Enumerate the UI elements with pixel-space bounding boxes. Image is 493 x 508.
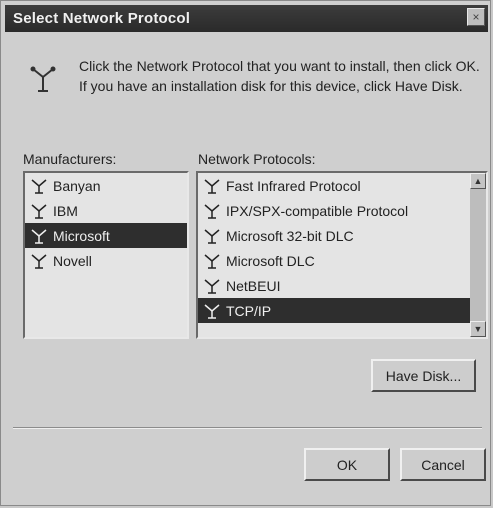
- cancel-button[interactable]: Cancel: [400, 448, 486, 481]
- divider: [13, 427, 482, 429]
- protocol-item-tcp-ip[interactable]: TCP/IP: [198, 298, 470, 323]
- title-bar[interactable]: Select Network Protocol ×: [5, 5, 488, 32]
- manufacturers-label: Manufacturers:: [23, 151, 117, 167]
- network-component-icon: [204, 253, 220, 269]
- protocol-item-netbeui[interactable]: NetBEUI: [198, 273, 470, 298]
- protocol-label: Fast Infrared Protocol: [226, 177, 361, 194]
- protocol-label: NetBEUI: [226, 277, 281, 294]
- protocols-scrollbar[interactable]: ▲ ▼: [470, 173, 486, 337]
- network-component-icon: [31, 253, 47, 269]
- manufacturer-label: Microsoft: [53, 227, 110, 244]
- network-component-icon: [31, 228, 47, 244]
- manufacturer-item-ibm[interactable]: IBM: [25, 198, 187, 223]
- protocol-item-ms-32bit-dlc[interactable]: Microsoft 32-bit DLC: [198, 223, 470, 248]
- network-protocol-icon: [30, 66, 56, 92]
- protocol-item-fast-infrared[interactable]: Fast Infrared Protocol: [198, 173, 470, 198]
- close-button[interactable]: ×: [467, 8, 485, 26]
- protocol-label: Microsoft DLC: [226, 252, 315, 269]
- manufacturer-label: Novell: [53, 252, 92, 269]
- network-protocols-label: Network Protocols:: [198, 151, 316, 167]
- manufacturer-label: Banyan: [53, 177, 101, 194]
- select-network-protocol-dialog: Select Network Protocol × Click the Netw…: [0, 0, 491, 506]
- manufacturer-item-banyan[interactable]: Banyan: [25, 173, 187, 198]
- chevron-down-icon: ▼: [473, 324, 483, 334]
- network-component-icon: [31, 203, 47, 219]
- have-disk-button[interactable]: Have Disk...: [371, 359, 476, 392]
- dialog-title: Select Network Protocol: [13, 10, 191, 27]
- manufacturer-label: IBM: [53, 202, 78, 219]
- protocol-label: TCP/IP: [226, 302, 272, 319]
- manufacturer-item-novell[interactable]: Novell: [25, 248, 187, 273]
- chevron-up-icon: ▲: [473, 176, 483, 186]
- network-component-icon: [204, 178, 220, 194]
- network-component-icon: [204, 303, 220, 319]
- scroll-down-button[interactable]: ▼: [470, 321, 486, 337]
- scroll-up-button[interactable]: ▲: [470, 173, 486, 189]
- protocol-label: Microsoft 32-bit DLC: [226, 227, 354, 244]
- network-component-icon: [31, 178, 47, 194]
- manufacturers-list[interactable]: Banyan IBM Microsoft Novell: [23, 171, 189, 339]
- ok-button[interactable]: OK: [304, 448, 390, 481]
- protocol-item-ipx-spx[interactable]: IPX/SPX-compatible Protocol: [198, 198, 470, 223]
- network-component-icon: [204, 278, 220, 294]
- close-icon: ×: [472, 10, 480, 24]
- network-component-icon: [204, 203, 220, 219]
- protocol-item-ms-dlc[interactable]: Microsoft DLC: [198, 248, 470, 273]
- network-protocols-list[interactable]: Fast Infrared Protocol IPX/SPX-compatibl…: [196, 171, 488, 339]
- network-component-icon: [204, 228, 220, 244]
- instruction-text: Click the Network Protocol that you want…: [79, 58, 480, 94]
- protocol-label: IPX/SPX-compatible Protocol: [226, 202, 409, 219]
- manufacturer-item-microsoft[interactable]: Microsoft: [25, 223, 187, 248]
